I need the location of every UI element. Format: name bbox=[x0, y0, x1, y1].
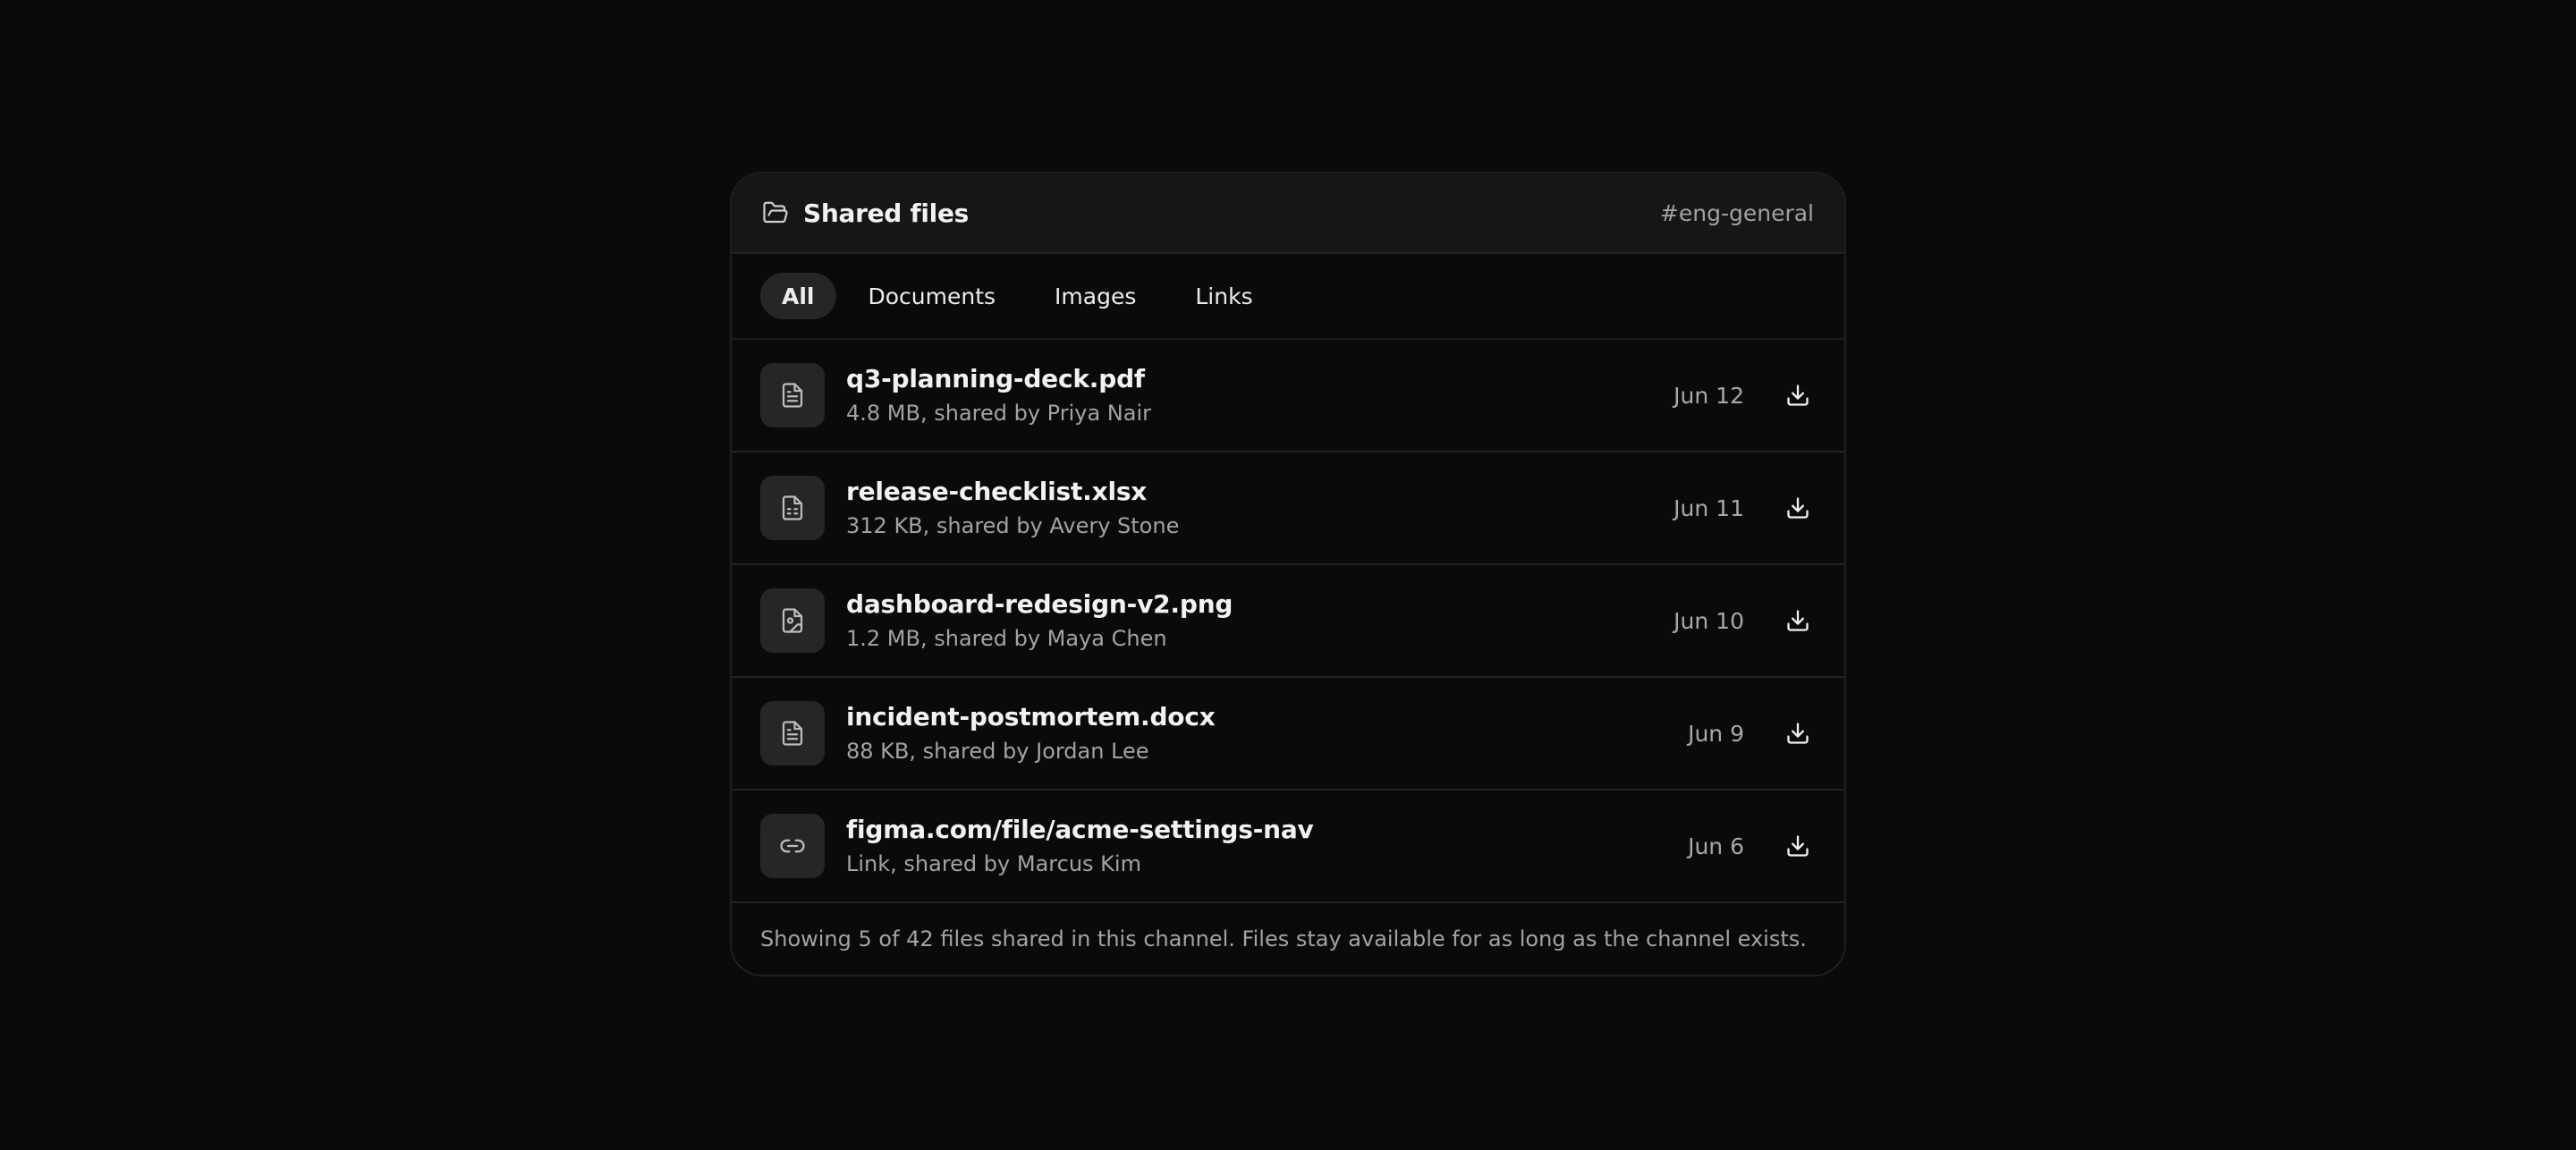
panel-header: Shared files #eng-general bbox=[732, 173, 1844, 254]
tab-all[interactable]: All bbox=[760, 273, 836, 319]
channel-name[interactable]: #eng-general bbox=[1660, 200, 1814, 226]
file-meta: 4.8 MB, shared by Priya Nair bbox=[846, 401, 1152, 426]
tab-images[interactable]: Images bbox=[1028, 273, 1163, 319]
file-date: Jun 9 bbox=[1688, 720, 1744, 747]
file-row[interactable]: dashboard-redesign-v2.png 1.2 MB, shared… bbox=[732, 565, 1844, 678]
file-name[interactable]: dashboard-redesign-v2.png bbox=[846, 588, 1233, 621]
download-icon[interactable] bbox=[1782, 830, 1814, 862]
download-icon[interactable] bbox=[1782, 492, 1814, 524]
file-meta: 312 KB, shared by Avery Stone bbox=[846, 513, 1180, 538]
document-icon bbox=[760, 363, 825, 427]
download-icon[interactable] bbox=[1782, 379, 1814, 411]
file-date: Jun 12 bbox=[1674, 382, 1744, 409]
filter-tabs: All Documents Images Links bbox=[732, 254, 1844, 340]
footer-note: Showing 5 of 42 files shared in this cha… bbox=[760, 926, 1807, 951]
file-row[interactable]: release-checklist.xlsx 312 KB, shared by… bbox=[732, 452, 1844, 565]
download-icon[interactable] bbox=[1782, 605, 1814, 637]
file-row[interactable]: incident-postmortem.docx 88 KB, shared b… bbox=[732, 678, 1844, 791]
file-meta: Link, shared by Marcus Kim bbox=[846, 851, 1141, 876]
file-name[interactable]: q3-planning-deck.pdf bbox=[846, 363, 1151, 395]
file-name[interactable]: release-checklist.xlsx bbox=[846, 476, 1179, 508]
tab-documents[interactable]: Documents bbox=[842, 273, 1023, 319]
panel-footer: Showing 5 of 42 files shared in this cha… bbox=[732, 903, 1844, 975]
image-file-icon bbox=[760, 588, 825, 653]
page-title: Shared files bbox=[803, 198, 970, 228]
file-meta: 88 KB, shared by Jordan Lee bbox=[846, 739, 1149, 764]
document-icon bbox=[760, 701, 825, 765]
file-name[interactable]: figma.com/file/acme-settings-nav bbox=[846, 814, 1314, 846]
file-name[interactable]: incident-postmortem.docx bbox=[846, 701, 1216, 733]
link-icon bbox=[760, 814, 825, 878]
download-icon[interactable] bbox=[1782, 717, 1814, 749]
spreadsheet-icon bbox=[760, 476, 825, 540]
file-date: Jun 6 bbox=[1688, 833, 1744, 859]
file-row[interactable]: q3-planning-deck.pdf 4.8 MB, shared by P… bbox=[732, 340, 1844, 452]
shared-files-panel: Shared files #eng-general All Documents … bbox=[730, 172, 1846, 977]
file-meta: 1.2 MB, shared by Maya Chen bbox=[846, 626, 1167, 651]
folder-open-icon bbox=[762, 199, 789, 226]
file-date: Jun 11 bbox=[1674, 495, 1744, 521]
file-date: Jun 10 bbox=[1674, 607, 1744, 634]
file-row[interactable]: figma.com/file/acme-settings-nav Link, s… bbox=[732, 791, 1844, 903]
tab-links[interactable]: Links bbox=[1168, 273, 1279, 319]
